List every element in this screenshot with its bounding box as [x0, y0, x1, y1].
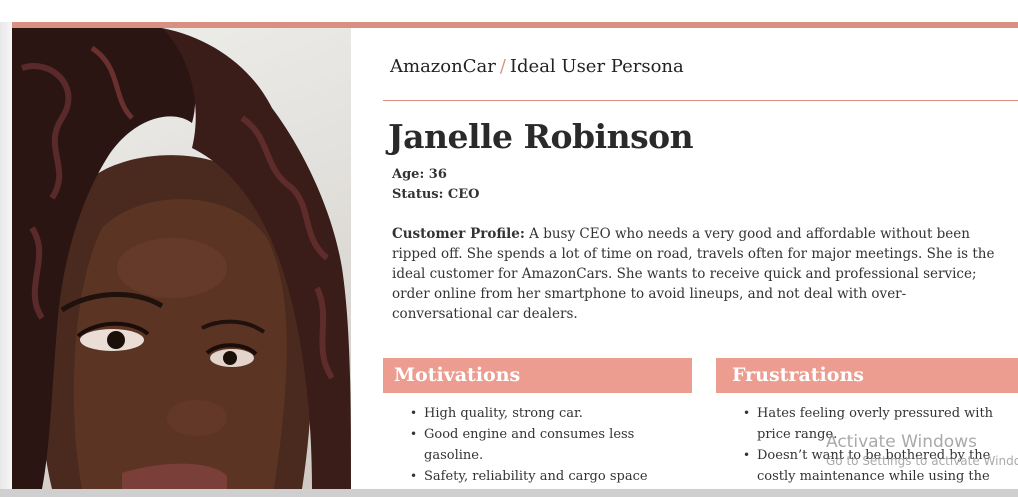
profile-label: Customer Profile:: [392, 226, 525, 242]
status-value: CEO: [447, 187, 480, 202]
persona-photo: [12, 28, 351, 489]
persona-status: Status: CEO: [392, 187, 480, 202]
header-divider: [383, 100, 1018, 101]
list-item: Safety, reliability and cargo space: [408, 466, 668, 487]
customer-profile: Customer Profile: A busy CEO who needs a…: [392, 224, 1004, 324]
window-bottom-edge: [0, 489, 1018, 497]
motivations-list: High quality, strong car. Good engine an…: [408, 403, 668, 487]
frustrations-header: Frustrations: [716, 358, 1018, 393]
breadcrumb: AmazonCar / Ideal User Persona: [390, 56, 684, 77]
list-item: High quality, strong car.: [408, 403, 668, 424]
window-edge: [0, 22, 12, 497]
age-value: 36: [428, 167, 447, 182]
motivations-header: Motivations: [383, 358, 692, 393]
breadcrumb-separator: /: [499, 56, 506, 77]
activate-windows-watermark: Activate Windows Go to Settings to activ…: [826, 431, 1018, 469]
portrait-illustration: [12, 28, 351, 489]
list-item: Good engine and consumes less gasoline.: [408, 424, 668, 466]
age-label: Age:: [392, 167, 425, 182]
watermark-title: Activate Windows: [826, 432, 977, 452]
persona-name: Janelle Robinson: [388, 117, 694, 156]
persona-age: Age: 36: [392, 167, 447, 182]
breadcrumb-root[interactable]: AmazonCar: [390, 56, 496, 77]
watermark-subtitle: Go to Settings to activate Windows.: [826, 454, 1018, 468]
status-label: Status:: [392, 187, 444, 202]
breadcrumb-current: Ideal User Persona: [509, 56, 684, 77]
